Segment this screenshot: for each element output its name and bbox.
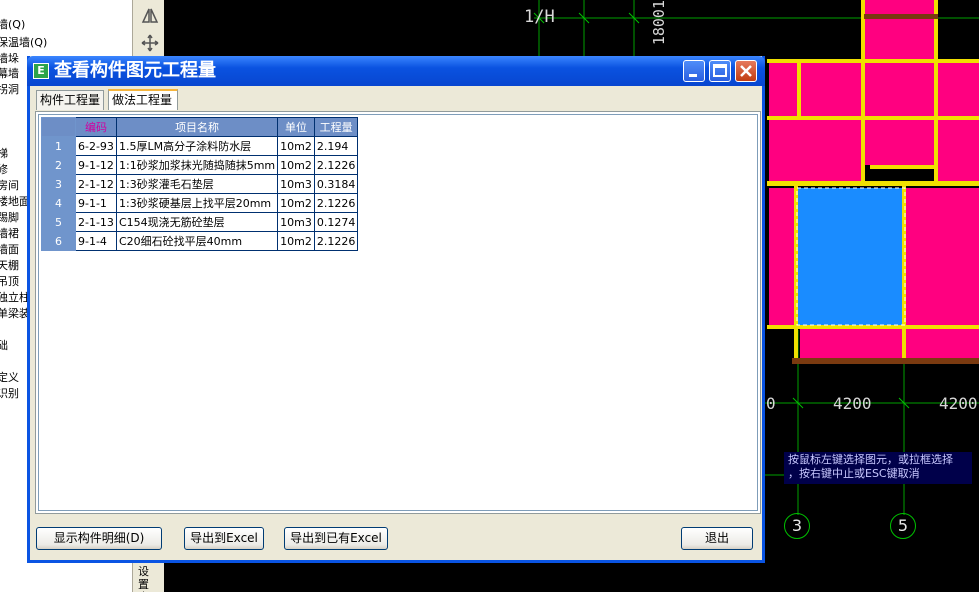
dimension-label: 0	[766, 394, 776, 413]
export-existing-excel-button[interactable]: 导出到已有Excel	[284, 527, 388, 550]
cell-code[interactable]: 2-1-12	[75, 174, 117, 194]
tree-item[interactable]: 楼地面	[0, 194, 30, 210]
show-detail-button[interactable]: 显示构件明细(D)	[36, 527, 162, 550]
minimize-button[interactable]	[683, 60, 705, 82]
app-icon: E	[33, 63, 49, 79]
cell-name[interactable]: 1:3砂浆灌毛石垫层	[115, 174, 279, 194]
tree-item[interactable]: 修	[0, 162, 8, 178]
cell-code[interactable]: 6-2-93	[75, 136, 117, 156]
row-number: 4	[41, 193, 76, 213]
table-row[interactable]: 1 6-2-93 1.5厚LM高分子涂料防水层 10m2 2.194	[41, 136, 359, 156]
mirror-icon[interactable]	[139, 7, 161, 29]
close-button[interactable]	[735, 60, 757, 82]
cell-quantity[interactable]: 2.1226	[313, 155, 359, 175]
tab-content: 编码 项目名称 单位 工程量 1 6-2-93 1.5厚LM高分子涂料防水层 1…	[35, 111, 761, 514]
column-header-name[interactable]: 项目名称	[115, 117, 279, 137]
cell-name[interactable]: C20细石砼找平层40mm	[115, 231, 279, 251]
cell-code[interactable]: 9-1-1	[75, 193, 117, 213]
move-icon[interactable]	[139, 34, 161, 56]
quantity-dialog: E 查看构件图元工程量 构件工程量 做法工程量 编码 项目名称 单位 工程量 1…	[27, 56, 765, 563]
column-header-quantity[interactable]: 工程量	[313, 117, 359, 137]
cell-unit[interactable]: 10m3	[277, 212, 315, 232]
export-excel-button[interactable]: 导出到Excel	[184, 527, 264, 550]
tree-item[interactable]: 墙裙	[0, 226, 19, 242]
column-header-unit[interactable]: 单位	[277, 117, 315, 137]
row-number: 2	[41, 155, 76, 175]
table-row[interactable]: 3 2-1-12 1:3砂浆灌毛石垫层 10m3 0.3184	[41, 174, 359, 194]
tree-item[interactable]: 识别	[0, 386, 19, 402]
vertical-label: 设置点	[138, 565, 149, 592]
cell-name[interactable]: C154现浇无筋砼垫层	[115, 212, 279, 232]
tab-method-quantity[interactable]: 做法工程量	[108, 89, 178, 110]
cell-quantity[interactable]: 2.1226	[313, 231, 359, 251]
row-number: 3	[41, 174, 76, 194]
cell-unit[interactable]: 10m2	[277, 193, 315, 213]
tree-item[interactable]: 墙(Q)	[0, 17, 25, 33]
tree-item[interactable]: 墙垛	[0, 51, 19, 67]
cell-quantity[interactable]: 2.1226	[313, 193, 359, 213]
axis-marker: 5	[890, 513, 916, 539]
tooltip-line: ，按右键中止或ESC键取消	[788, 467, 920, 480]
tree-item[interactable]: 定义	[0, 370, 19, 386]
cell-unit[interactable]: 10m2	[277, 231, 315, 251]
tree-item[interactable]: 拐洞	[0, 82, 19, 98]
tree-item[interactable]: 独立柱	[0, 290, 30, 306]
tab-component-quantity[interactable]: 构件工程量	[36, 90, 104, 110]
cell-code[interactable]: 2-1-13	[75, 212, 117, 232]
tree-item[interactable]: 础	[0, 338, 8, 354]
cell-name[interactable]: 1.5厚LM高分子涂料防水层	[115, 136, 279, 156]
dialog-titlebar[interactable]: E 查看构件图元工程量	[27, 56, 765, 86]
table-row[interactable]: 2 9-1-12 1:1砂浆加浆抹光随捣随抹5mm 10m2 2.1226	[41, 155, 359, 175]
axis-label: 1/H	[524, 7, 555, 27]
maximize-button[interactable]	[709, 60, 731, 82]
cell-code[interactable]: 9-1-4	[75, 231, 117, 251]
row-number: 6	[41, 231, 76, 251]
table-header-row: 编码 项目名称 单位 工程量	[41, 117, 359, 137]
tooltip-line: 按鼠标左键选择图元，或拉框选择	[788, 453, 953, 466]
cell-quantity[interactable]: 0.3184	[313, 174, 359, 194]
minimize-icon	[689, 74, 697, 77]
quantity-grid: 编码 项目名称 单位 工程量 1 6-2-93 1.5厚LM高分子涂料防水层 1…	[38, 114, 758, 511]
cell-name[interactable]: 1:3砂浆硬基层上找平层20mm	[115, 193, 279, 213]
cell-code[interactable]: 9-1-12	[75, 155, 117, 175]
tree-item[interactable]: 保温墙(Q)	[0, 35, 47, 51]
tree-item[interactable]: 墙面	[0, 242, 19, 258]
tree-item[interactable]: 天棚	[0, 258, 19, 274]
dimension-label: 4200	[939, 394, 978, 413]
cell-unit[interactable]: 10m3	[277, 174, 315, 194]
cell-unit[interactable]: 10m2	[277, 136, 315, 156]
dimension-label: 4200	[833, 394, 872, 413]
row-number: 1	[41, 136, 76, 156]
status-tooltip: 按鼠标左键选择图元，或拉框选择 ，按右键中止或ESC键取消	[784, 452, 972, 484]
tree-item[interactable]: 踢脚	[0, 210, 19, 226]
exit-button[interactable]: 退出	[681, 527, 753, 550]
column-header-code[interactable]: 编码	[75, 117, 117, 137]
tree-item[interactable]: 吊顶	[0, 274, 19, 290]
tree-item[interactable]: 房间	[0, 178, 19, 194]
tree-item[interactable]: 梯	[0, 146, 8, 162]
quantity-table: 编码 项目名称 单位 工程量 1 6-2-93 1.5厚LM高分子涂料防水层 1…	[41, 117, 359, 251]
dimension-label: 18001	[650, 0, 668, 46]
cell-quantity[interactable]: 2.194	[313, 136, 359, 156]
table-row[interactable]: 5 2-1-13 C154现浇无筋砼垫层 10m3 0.1274	[41, 212, 359, 232]
row-number-header	[41, 117, 76, 137]
cell-name[interactable]: 1:1砂浆加浆抹光随捣随抹5mm	[115, 155, 279, 175]
tree-item[interactable]: 单梁装	[0, 306, 30, 322]
table-row[interactable]: 6 9-1-4 C20细石砼找平层40mm 10m2 2.1226	[41, 231, 359, 251]
table-row[interactable]: 4 9-1-1 1:3砂浆硬基层上找平层20mm 10m2 2.1226	[41, 193, 359, 213]
tree-item[interactable]: 幕墙	[0, 66, 19, 82]
cell-unit[interactable]: 10m2	[277, 155, 315, 175]
axis-marker: 3	[784, 513, 810, 539]
cell-quantity[interactable]: 0.1274	[313, 212, 359, 232]
maximize-icon	[713, 64, 727, 77]
dialog-title: 查看构件图元工程量	[54, 60, 216, 81]
row-number: 5	[41, 212, 76, 232]
close-icon	[740, 65, 752, 77]
